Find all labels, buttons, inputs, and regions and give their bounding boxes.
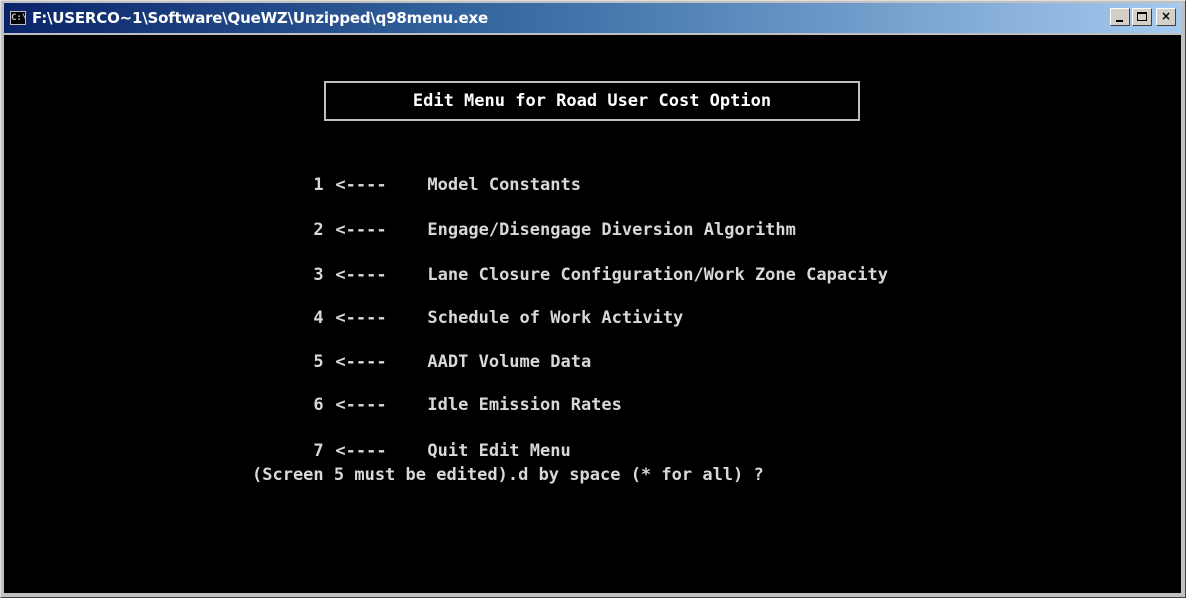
input-prompt: (Screen 5 must be edited).d by space (* …: [252, 465, 764, 485]
menu-item-arrow: <----: [335, 395, 387, 415]
menu-item-label: Model Constants: [427, 175, 581, 195]
menu-header-box: Edit Menu for Road User Cost Option: [324, 81, 860, 121]
menu-item-label: Lane Closure Configuration/Work Zone Cap…: [427, 265, 888, 285]
menu-item-number: 6: [313, 395, 324, 415]
menu-item-arrow: <----: [335, 308, 387, 328]
menu-item-number: 4: [313, 308, 324, 328]
menu-item-label: Engage/Disengage Diversion Algorithm: [427, 220, 796, 240]
menu-item-number: 5: [313, 352, 324, 372]
menu-item-number: 1: [313, 175, 324, 195]
window-controls: ×: [1110, 8, 1176, 26]
title-bar[interactable]: C:\ F:\USERCO~1\Software\QueWZ\Unzipped\…: [4, 3, 1182, 33]
menu-item-number: 3: [313, 265, 324, 285]
menu-item-label: Quit Edit Menu: [427, 441, 571, 461]
menu-item-arrow: <----: [335, 175, 387, 195]
menu-item-number: 2: [313, 220, 324, 240]
console-output[interactable]: Edit Menu for Road User Cost Option 1 <--…: [4, 35, 1181, 593]
minimize-button[interactable]: [1110, 8, 1130, 26]
menu-item-arrow: <----: [335, 352, 387, 372]
menu-item-label: Schedule of Work Activity: [427, 308, 684, 328]
menu-item-label: Idle Emission Rates: [427, 395, 622, 415]
maximize-icon: [1137, 12, 1147, 21]
menu-item-label: AADT Volume Data: [427, 352, 592, 372]
console-window: C:\ F:\USERCO~1\Software\QueWZ\Unzipped\…: [0, 0, 1186, 598]
menu-item-number: 7: [313, 441, 324, 461]
menu-item-arrow: <----: [335, 220, 387, 240]
menu-item-arrow: <----: [335, 265, 387, 285]
console-icon[interactable]: C:\: [10, 11, 26, 25]
close-button[interactable]: ×: [1156, 8, 1176, 26]
maximize-button[interactable]: [1132, 8, 1152, 26]
menu-item-arrow: <----: [335, 441, 387, 461]
window-title: F:\USERCO~1\Software\QueWZ\Unzipped\q98m…: [32, 9, 488, 27]
close-icon: ×: [1160, 9, 1172, 23]
minimize-icon: [1116, 20, 1123, 22]
menu-header: Edit Menu for Road User Cost Option: [412, 91, 772, 111]
